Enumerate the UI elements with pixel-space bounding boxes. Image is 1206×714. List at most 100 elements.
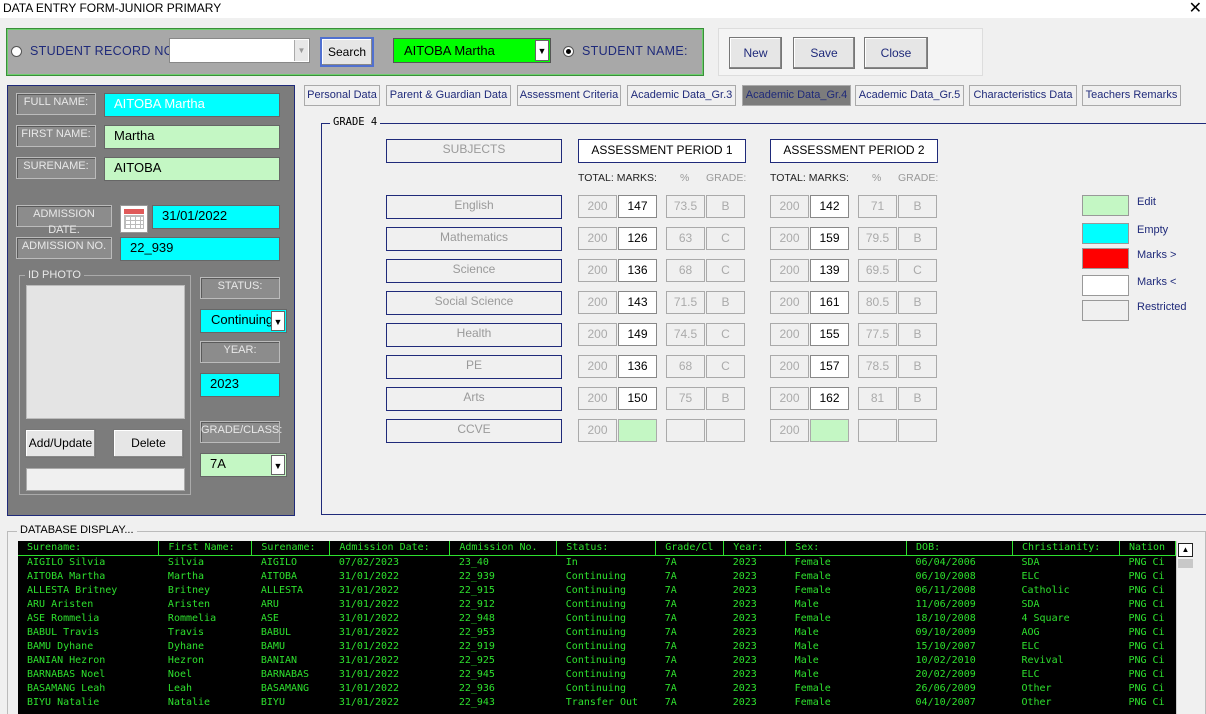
close-button[interactable]: Close: [864, 37, 928, 69]
p1-mark-input[interactable]: 150: [618, 387, 657, 410]
record-no-radio[interactable]: [11, 46, 22, 57]
admission-date-field[interactable]: 31/01/2022: [152, 205, 280, 229]
surname-field[interactable]: AITOBA: [104, 157, 280, 181]
table-cell: AITOBA Martha: [27, 570, 106, 582]
first-name-field[interactable]: Martha: [104, 125, 280, 149]
table-row[interactable]: AITOBA Martha Martha AITOBA 31/01/2022 22_93…: [18, 569, 1176, 583]
scroll-thumb[interactable]: [1178, 559, 1193, 568]
chevron-down-icon[interactable]: ▼: [271, 311, 285, 331]
p2-mark-input[interactable]: 162: [810, 387, 849, 410]
table-row[interactable]: BAMU Dyhane Dyhane BAMU 31/01/2022 22_919 Con…: [18, 639, 1176, 653]
legend-swatch: [1082, 248, 1129, 269]
p1-mark-input[interactable]: 149: [618, 323, 657, 346]
table-cell: 11/06/2009: [915, 598, 976, 610]
column-header[interactable]: Surename:: [18, 541, 160, 556]
table-cell: Male: [794, 598, 819, 610]
chevron-down-icon[interactable]: ▼: [294, 40, 308, 61]
year-field[interactable]: 2023: [200, 373, 280, 397]
student-name-radio[interactable]: [563, 46, 574, 57]
table-row[interactable]: BARNABAS Noel Noel BARNABAS 31/01/2022 22_94…: [18, 667, 1176, 681]
database-grid[interactable]: Surename: First Name: Surename: Admission D…: [18, 541, 1176, 714]
tab-academic-gr3[interactable]: Academic Data_Gr.3: [627, 85, 736, 106]
tab-teachers-remarks[interactable]: Teachers Remarks: [1082, 85, 1181, 106]
column-header[interactable]: Admission Date:: [329, 541, 451, 556]
calendar-icon[interactable]: [120, 205, 148, 233]
chevron-down-icon[interactable]: ▼: [271, 455, 285, 475]
add-update-button[interactable]: Add/Update: [25, 429, 96, 458]
column-header[interactable]: Admission No.: [449, 541, 558, 556]
record-no-combo[interactable]: ▼: [169, 38, 310, 63]
table-cell: BIYU: [260, 696, 285, 708]
tab-academic-gr5[interactable]: Academic Data_Gr.5: [855, 85, 964, 106]
photo-path-field[interactable]: [26, 468, 185, 491]
table-cell: 06/11/2008: [915, 584, 976, 596]
grade-class-select[interactable]: 7A ▼: [200, 453, 287, 477]
column-header[interactable]: Year:: [723, 541, 787, 556]
p1-grade-cell: C: [706, 355, 745, 378]
p2-mark-input[interactable]: [810, 419, 849, 442]
table-cell: 4 Square: [1021, 612, 1070, 624]
table-row[interactable]: ASE Rommelia Rommelia ASE 31/01/2022 22_948 C…: [18, 611, 1176, 625]
tab-parent-guardian-data[interactable]: Parent & Guardian Data: [386, 85, 511, 106]
tab-assessment-criteria[interactable]: Assessment Criteria: [517, 85, 621, 106]
full-name-field[interactable]: AITOBA Martha: [104, 93, 280, 117]
save-button[interactable]: Save: [793, 37, 855, 69]
column-header[interactable]: Sex:: [785, 541, 908, 556]
p1-total-marks-header: TOTAL: MARKS:: [578, 172, 657, 184]
student-name-combo[interactable]: AITOBA Martha ▼: [393, 38, 551, 63]
p2-mark-input[interactable]: 159: [810, 227, 849, 250]
status-select[interactable]: Continuing ▼: [200, 309, 287, 333]
table-row[interactable]: BIYU Natalie Natalie BIYU 31/01/2022 22_943 T…: [18, 695, 1176, 709]
table-row[interactable]: AIGILO Silvia Silvia AIGILO 07/02/2023 23_40…: [18, 555, 1176, 569]
chevron-down-icon[interactable]: ▼: [535, 40, 549, 61]
subject-name: Social Science: [386, 291, 562, 315]
column-header[interactable]: Grade/Cl: [655, 541, 725, 556]
admission-no-field[interactable]: 22_939: [120, 237, 280, 261]
search-button[interactable]: Search: [320, 37, 374, 67]
p1-mark-input[interactable]: 147: [618, 195, 657, 218]
delete-button[interactable]: Delete: [113, 429, 184, 458]
table-cell: 22_948: [458, 612, 495, 624]
subject-name: Arts: [386, 387, 562, 411]
p2-mark-input[interactable]: 155: [810, 323, 849, 346]
database-scrollbar[interactable]: ▲: [1176, 541, 1194, 714]
p1-mark-input[interactable]: 136: [618, 355, 657, 378]
new-button[interactable]: New: [729, 37, 782, 69]
database-table: Surename: First Name: Surename: Admission D…: [18, 541, 1176, 709]
p2-mark-input[interactable]: 157: [810, 355, 849, 378]
p1-mark-input[interactable]: 136: [618, 259, 657, 282]
close-icon[interactable]: ✕: [1189, 0, 1202, 18]
table-cell: PNG Ci: [1128, 668, 1165, 680]
column-header[interactable]: Christianity:: [1012, 541, 1120, 556]
column-header[interactable]: Status:: [556, 541, 657, 556]
table-cell: 31/01/2022: [338, 598, 400, 610]
table-cell: 31/01/2022: [338, 570, 400, 582]
table-row[interactable]: BANIAN Hezron Hezron BANIAN 31/01/2022 22_92…: [18, 653, 1176, 667]
tab-personal-data[interactable]: Personal Data: [304, 85, 380, 106]
p2-mark-input[interactable]: 139: [810, 259, 849, 282]
column-header[interactable]: Nation: [1119, 541, 1176, 556]
column-header[interactable]: Surename:: [251, 541, 331, 556]
table-cell: 10/02/2010: [915, 654, 976, 666]
table-row[interactable]: BABUL Travis Travis BABUL 31/01/2022 22_953 C…: [18, 625, 1176, 639]
p2-mark-input[interactable]: 142: [810, 195, 849, 218]
table-row[interactable]: BASAMANG Leah Leah BASAMANG 31/01/2022 22_93…: [18, 681, 1176, 695]
p1-mark-input[interactable]: 143: [618, 291, 657, 314]
status-value: Continuing: [211, 312, 274, 327]
id-photo[interactable]: [26, 285, 185, 419]
p1-mark-input[interactable]: [618, 419, 657, 442]
table-cell: 31/01/2022: [338, 612, 400, 624]
tab-academic-gr4[interactable]: Academic Data_Gr.4: [742, 85, 851, 106]
table-row[interactable]: ALLESTA Britney Britney ALLESTA 31/01/2022 2…: [18, 583, 1176, 597]
scroll-up-icon[interactable]: ▲: [1178, 543, 1193, 557]
legend-label: Restricted: [1137, 301, 1187, 313]
tab-characteristics-data[interactable]: Characteristics Data: [969, 85, 1077, 106]
p2-mark-input[interactable]: 161: [810, 291, 849, 314]
table-cell: BIYU Natalie: [27, 696, 100, 708]
p1-mark-input[interactable]: 126: [618, 227, 657, 250]
column-header[interactable]: DOB:: [906, 541, 1013, 556]
p2-pct-cell: 80.5: [858, 291, 897, 314]
column-header[interactable]: First Name:: [158, 541, 253, 556]
grade-group-title: GRADE 4: [330, 116, 381, 128]
table-row[interactable]: ARU Aristen Aristen ARU 31/01/2022 22_912 Con…: [18, 597, 1176, 611]
